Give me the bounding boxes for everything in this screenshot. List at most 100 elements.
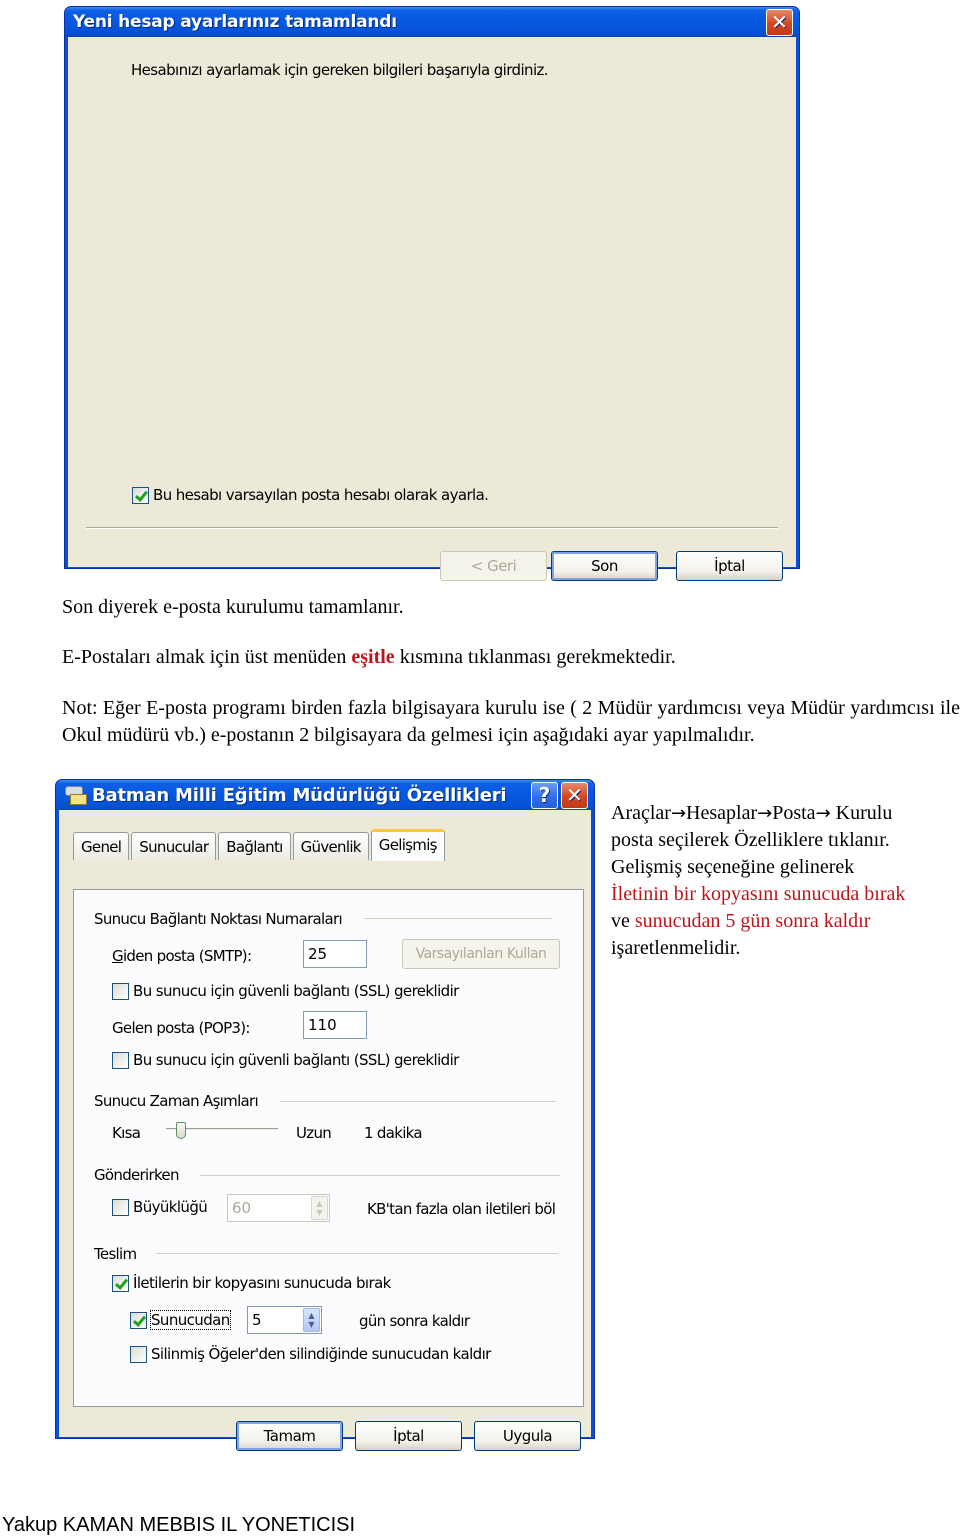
arrow-right-icon: → [757, 803, 773, 824]
default-account-checkbox[interactable] [132, 486, 149, 504]
account-setup-complete-dialog: Yeni hesap ayarlarınız tamamlandı ✕ Hesa… [64, 6, 800, 581]
pop3-label: Gelen posta (POP3): [112, 1019, 250, 1037]
finish-button[interactable]: Son [551, 551, 658, 581]
account-properties-dialog: Batman Milli Eğitim Müdürlüğü Özellikler… [55, 779, 595, 1451]
remove-deleted-row[interactable]: Silinmiş Öğeler'den silindiğinde sunucud… [130, 1345, 491, 1363]
instruction-highlight-1: İletinin bir kopyasını sunucuda bırak [611, 883, 906, 905]
timeout-short-label: Kısa [112, 1124, 141, 1142]
remove-days-input[interactable]: 5 ▲ ▼ [247, 1306, 322, 1334]
default-account-checkbox-row[interactable]: Bu hesabı varsayılan posta hesabı olarak… [132, 486, 489, 504]
timeout-value: 1 dakika [364, 1124, 423, 1142]
instruction-line-5: ve sunucudan 5 gün sonra kaldır [611, 908, 960, 935]
smtp-label-text: iden posta (SMTP): [122, 947, 252, 965]
split-size-input[interactable]: 60 ▲ ▼ [227, 1194, 330, 1222]
p2-text-after: kısmına tıklanması gerekmektedir. [394, 646, 676, 668]
paragraph-sync: E-Postaları almak için üst menüden eşitl… [62, 644, 676, 671]
ok-button[interactable]: Tamam [236, 1421, 343, 1451]
leave-copy-checkbox[interactable] [112, 1274, 129, 1292]
path-installed: Kurulu [830, 802, 893, 824]
ports-group-label: Sunucu Bağlantı Noktası Numaraları [94, 910, 343, 928]
close-icon[interactable]: ✕ [766, 8, 793, 36]
footer-author: Yakup KAMAN MEBBIS IL YONETICISI [2, 1514, 356, 1536]
use-defaults-button[interactable]: Varsayılanları Kullan [402, 939, 560, 969]
timeout-slider[interactable] [166, 1122, 278, 1144]
split-checkbox[interactable] [112, 1198, 129, 1216]
remove-deleted-checkbox[interactable] [130, 1345, 147, 1363]
remove-after-checkbox[interactable] [130, 1311, 147, 1329]
cancel-button[interactable]: İptal [676, 551, 783, 581]
remove-after-row[interactable]: Sunucudan [130, 1310, 231, 1330]
smtp-ssl-row[interactable]: Bu sunucu için güvenli bağlantı (SSL) ge… [112, 982, 459, 1000]
remove-deleted-label: Silinmiş Öğeler'den silindiğinde sunucud… [151, 1345, 491, 1363]
back-button[interactable]: < Geri [440, 551, 547, 581]
pop3-ssl-checkbox[interactable] [112, 1051, 129, 1069]
sync-highlight: eşitle [351, 646, 395, 668]
dialog-titlebar[interactable]: Batman Milli Eğitim Müdürlüğü Özellikler… [56, 780, 594, 810]
remove-days-suffix: gün sonra kaldır [359, 1312, 470, 1330]
spin-buttons[interactable]: ▲ ▼ [303, 1308, 320, 1332]
tab-servers[interactable]: Sunucular [131, 832, 217, 860]
separator [86, 527, 778, 529]
group-divider [156, 1253, 558, 1254]
spin-down-icon[interactable]: ▼ [316, 1208, 322, 1217]
instruction-line-6: işaretlenmelidir. [611, 937, 741, 959]
tab-strip: Genel Sunucular Bağlantı Güvenlik Gelişm… [73, 829, 447, 861]
delivery-group-label: Teslim [94, 1245, 137, 1263]
paragraph-instructions: Araçlar→Hesaplar→Posta→ Kurulu posta seç… [611, 800, 960, 962]
path-tools: Araçlar [611, 802, 671, 824]
p2-text-before: E-Postaları almak için üst menüden [62, 646, 352, 668]
spin-up-icon[interactable]: ▲ [308, 1311, 314, 1320]
instruction-and: ve [611, 910, 635, 932]
cancel-button[interactable]: İptal [355, 1421, 462, 1451]
tab-connection[interactable]: Bağlantı [218, 832, 291, 860]
apply-button[interactable]: Uygula [474, 1421, 581, 1451]
split-label: Büyüklüğü [133, 1198, 208, 1216]
path-mail: Posta [772, 802, 816, 824]
dialog-body: Genel Sunucular Bağlantı Güvenlik Gelişm… [59, 810, 591, 1451]
dialog-title: Batman Milli Eğitim Müdürlüğü Özellikler… [92, 784, 507, 806]
pop3-port-input[interactable]: 110 [303, 1011, 367, 1039]
advanced-tab-panel: Sunucu Bağlantı Noktası Numaraları Giden… [73, 889, 584, 1407]
menu-path: Araçlar→Hesaplar→Posta→ Kurulu [611, 800, 960, 827]
pop3-ssl-row[interactable]: Bu sunucu için güvenli bağlantı (SSL) ge… [112, 1051, 459, 1069]
instruction-line-3: Gelişmiş seçeneğine gelinerek [611, 856, 855, 878]
smtp-label: Giden posta (SMTP): [112, 947, 252, 965]
tab-security[interactable]: Güvenlik [292, 832, 369, 860]
paragraph-note: Not: Eğer E-posta programı birden fazla … [62, 697, 960, 746]
smtp-port-input[interactable]: 25 [303, 940, 367, 968]
split-row[interactable]: Büyüklüğü [112, 1198, 208, 1216]
remove-after-label: Sunucudan [150, 1310, 231, 1330]
arrow-right-icon: → [815, 803, 831, 824]
sending-group-label: Gönderirken [94, 1166, 179, 1184]
group-divider [200, 1175, 560, 1176]
timeout-long-label: Uzun [296, 1124, 332, 1142]
info-text: Hesabınızı ayarlamak için gereken bilgil… [131, 61, 549, 79]
dialog-body: Hesabınızı ayarlamak için gereken bilgil… [68, 37, 796, 581]
arrow-right-icon: → [670, 803, 687, 824]
timeout-group-label: Sunucu Zaman Aşımları [94, 1092, 259, 1110]
instruction-line-2: posta seçilerek Özelliklere tıklanır. [611, 829, 890, 851]
spin-buttons[interactable]: ▲ ▼ [311, 1196, 328, 1220]
close-icon[interactable]: ✕ [561, 781, 588, 809]
tab-advanced[interactable]: Gelişmiş [370, 829, 445, 861]
spin-down-icon[interactable]: ▼ [308, 1320, 314, 1329]
leave-copy-label: İletilerin bir kopyasını sunucuda bırak [133, 1274, 391, 1292]
instruction-highlight-2: sunucudan 5 gün sonra kaldır [634, 910, 871, 932]
group-divider [280, 1101, 556, 1102]
dialog-titlebar[interactable]: Yeni hesap ayarlarınız tamamlandı ✕ [65, 7, 799, 37]
tab-general[interactable]: Genel [73, 832, 130, 860]
group-divider [364, 918, 552, 919]
path-accounts: Hesaplar [686, 802, 758, 824]
remove-days-value: 5 [252, 1311, 262, 1329]
smtp-ssl-label: Bu sunucu için güvenli bağlantı (SSL) ge… [133, 982, 459, 1000]
pop3-ssl-label: Bu sunucu için güvenli bağlantı (SSL) ge… [133, 1051, 459, 1069]
mail-account-icon [64, 784, 88, 806]
slider-thumb[interactable] [176, 1122, 186, 1139]
split-size-value: 60 [232, 1199, 252, 1217]
leave-copy-row[interactable]: İletilerin bir kopyasını sunucuda bırak [112, 1274, 391, 1292]
split-suffix: KB'tan fazla olan iletileri böl [367, 1200, 556, 1218]
help-icon[interactable]: ? [531, 781, 558, 809]
spin-up-icon[interactable]: ▲ [316, 1199, 322, 1208]
smtp-ssl-checkbox[interactable] [112, 982, 129, 1000]
default-account-label: Bu hesabı varsayılan posta hesabı olarak… [153, 486, 489, 504]
